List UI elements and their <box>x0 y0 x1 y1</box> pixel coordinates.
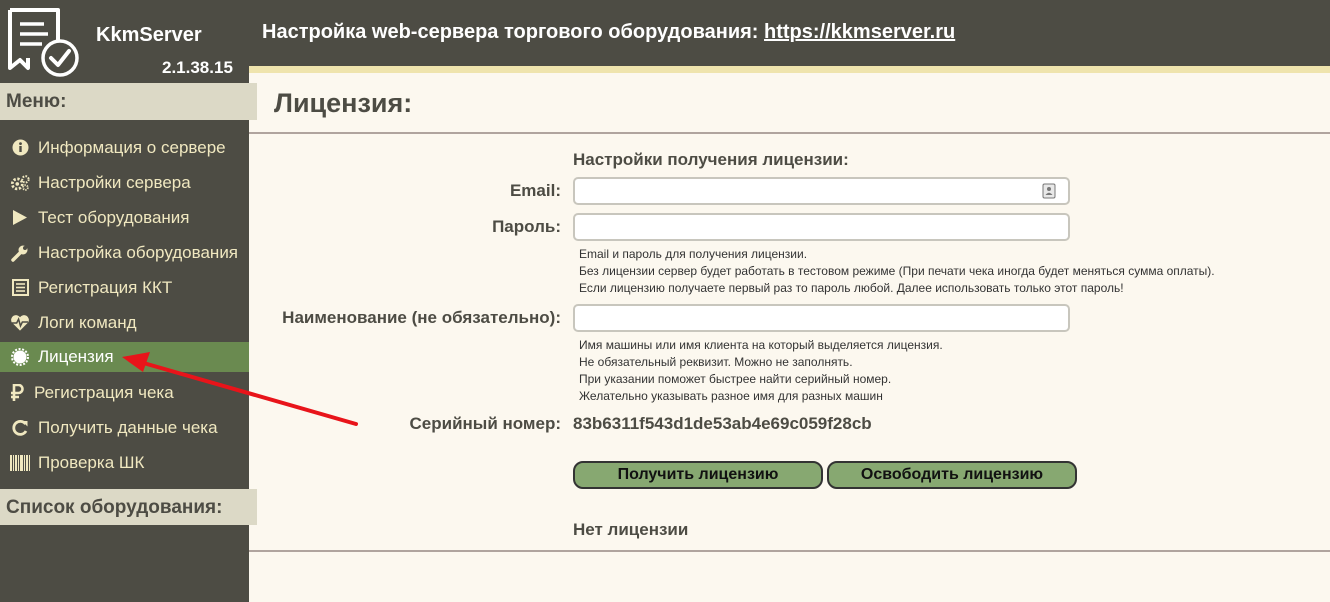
help-line: Email и пароль для получения лицензии. <box>579 247 808 261</box>
sidebar-item-server-settings[interactable]: Настройки сервера <box>0 165 249 200</box>
password-label: Пароль: <box>492 217 561 236</box>
sidebar-item-license[interactable]: Лицензия <box>0 342 249 372</box>
help-line: Имя машины или имя клиента на который вы… <box>579 338 943 352</box>
header-stripe <box>249 66 1330 73</box>
name-field[interactable] <box>573 304 1070 332</box>
help-line: Без лицензии сервер будет работать в тес… <box>579 264 1215 278</box>
release-license-button[interactable]: Освободить лицензию <box>827 461 1077 489</box>
get-license-button[interactable]: Получить лицензию <box>573 461 823 489</box>
sidebar-item-label: Проверка ШК <box>38 452 145 472</box>
equipment-list-header: Список оборудования: <box>0 489 257 525</box>
topbar: Настройка web-сервера торгового оборудов… <box>249 0 1330 66</box>
divider-bottom <box>249 550 1330 552</box>
info-icon <box>10 139 30 157</box>
sidebar-item-label: Настройки сервера <box>38 172 191 192</box>
sidebar-item-command-logs[interactable]: Логи команд <box>0 305 249 340</box>
logo-icon <box>8 8 79 77</box>
serial-number-value: 83b6311f543d1de53ab4e69c059f28cb <box>573 414 872 433</box>
serial-label: Серийный номер: <box>409 414 561 433</box>
barcode-icon <box>10 454 30 472</box>
sidebar-item-receipt-registration[interactable]: Регистрация чека <box>0 375 249 410</box>
sidebar-item-equipment-setup[interactable]: Настройка оборудования <box>0 235 249 270</box>
gears-icon <box>10 174 30 192</box>
section-title: Настройки получения лицензии: <box>573 150 849 169</box>
license-status: Нет лицензии <box>573 520 689 539</box>
app-name: KkmServer <box>96 24 202 46</box>
sidebar-item-label: Настройка оборудования <box>38 242 239 262</box>
sidebar-item-server-info[interactable]: Информация о сервере <box>0 130 249 165</box>
app-version: 2.1.38.15 <box>162 58 233 77</box>
page-title: Лицензия: <box>274 88 413 118</box>
help-line: При указании поможет быстрее найти серий… <box>579 372 892 386</box>
sidebar-item-label: Регистрация чека <box>34 382 174 402</box>
help-line: Желательно указывать разное имя для разн… <box>579 389 883 403</box>
email-label: Email: <box>509 181 561 200</box>
sidebar-item-get-receipt-data[interactable]: Получить данные чека <box>0 410 249 445</box>
sidebar-item-kkt-registration[interactable]: Регистрация ККТ <box>0 270 249 305</box>
heartbeat-icon <box>10 314 30 332</box>
help-line: Не обязательный реквизит. Можно не запол… <box>579 355 853 369</box>
refresh-icon <box>10 419 30 437</box>
sidebar-item-label: Лицензия <box>38 347 114 366</box>
sidebar-item-barcode-check[interactable]: Проверка ШК <box>0 445 249 480</box>
sidebar-item-label: Логи команд <box>38 312 137 332</box>
contact-card-icon[interactable] <box>1042 183 1056 199</box>
name-help: Имя машины или имя клиента на который вы… <box>579 337 943 405</box>
wrench-icon <box>10 244 30 262</box>
certificate-icon <box>10 348 30 366</box>
sidebar-item-label: Получить данные чека <box>38 417 218 437</box>
password-field[interactable] <box>573 213 1070 241</box>
header-title-text: Настройка web-сервера торгового оборудов… <box>262 21 759 43</box>
email-field[interactable] <box>573 177 1070 205</box>
sidebar-item-equipment-test[interactable]: Тест оборудования <box>0 200 249 235</box>
website-link[interactable]: https://kkmserver.ru <box>764 21 955 43</box>
sidebar-menu: Информация о сервере Настройки сервера Т… <box>0 130 249 480</box>
page-header-title: Настройка web-сервера торгового оборудов… <box>262 21 955 44</box>
sidebar-item-label: Регистрация ККТ <box>38 277 173 297</box>
register-icon <box>10 279 30 297</box>
ruble-icon <box>10 383 24 402</box>
help-line: Если лицензию получаете первый раз то па… <box>579 281 1124 295</box>
divider-top <box>249 132 1330 134</box>
sidebar-item-label: Тест оборудования <box>38 207 190 227</box>
menu-header: Меню: <box>0 83 257 120</box>
play-icon <box>10 209 30 227</box>
sidebar-item-label: Информация о сервере <box>38 137 226 157</box>
name-label: Наименование (не обязательно): <box>282 308 561 327</box>
credentials-help: Email и пароль для получения лицензии. Б… <box>579 246 1215 297</box>
